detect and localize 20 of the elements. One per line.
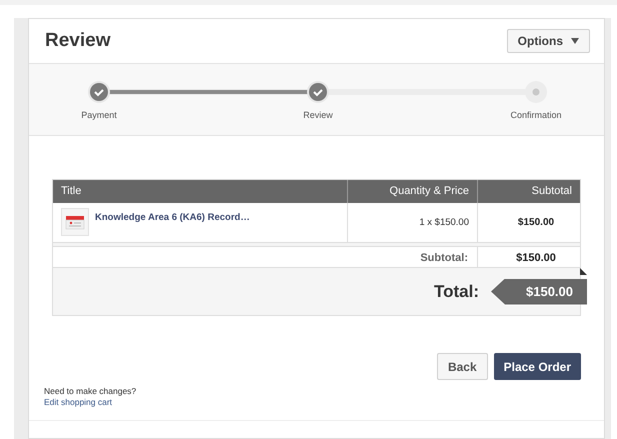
ribbon-fold-icon xyxy=(580,268,587,274)
caret-icon xyxy=(571,38,579,44)
help-text: Need to make changes? xyxy=(44,386,138,397)
step-label: Payment xyxy=(81,109,117,122)
place-order-button[interactable]: Place Order xyxy=(494,353,581,380)
edit-cart-link[interactable]: Edit shopping cart xyxy=(44,397,112,407)
back-button[interactable]: Back xyxy=(436,353,488,380)
step-label: Review xyxy=(303,109,333,122)
subtotal-value: $150.00 xyxy=(515,251,557,266)
total-price-tag: $150.00 xyxy=(491,278,587,304)
options-button[interactable]: Options xyxy=(506,29,590,53)
step-label: Confirmation xyxy=(510,109,562,122)
product-title-link[interactable]: Knowledge Area 6 (KA6) Record… xyxy=(95,208,250,226)
subtotal-cell-text: $150.00 xyxy=(516,216,556,230)
calendar-icon xyxy=(61,208,89,236)
column-header: Title xyxy=(53,180,348,203)
total-label: Total: xyxy=(434,280,479,303)
column-header: Quantity & Price xyxy=(348,180,478,203)
column-header: Subtotal xyxy=(530,184,573,199)
page-title: Review xyxy=(45,28,110,53)
